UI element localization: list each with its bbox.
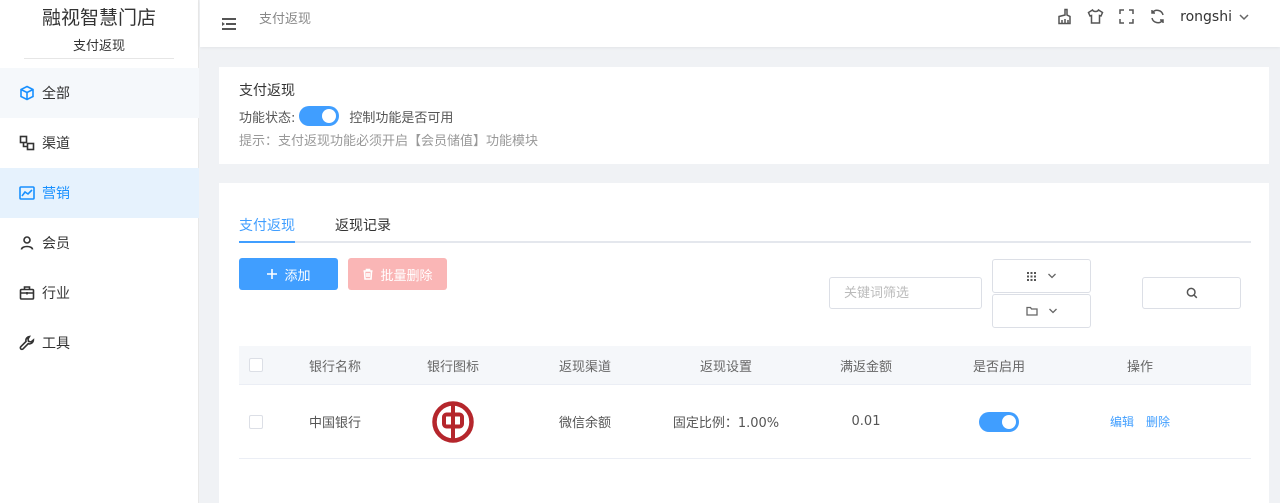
trend-icon	[19, 185, 35, 201]
sidebar-item-tools[interactable]: 工具	[0, 318, 199, 368]
sidebar-item-marketing[interactable]: 营销	[0, 168, 199, 218]
chevron-down-icon	[1239, 13, 1249, 20]
col-actions: 操作	[1126, 359, 1153, 375]
row-actions: 编辑 删除	[1069, 413, 1211, 430]
feature-title: 支付返现	[239, 83, 295, 99]
col-setting: 返现设置	[699, 359, 752, 375]
brand-subtitle: 支付返现	[24, 36, 174, 59]
enabled-cell	[929, 411, 1069, 432]
user-menu[interactable]: rongshi	[1180, 9, 1250, 25]
table-header: 银行名称 银行图标 返现渠道 返现设置 满返金额 是否启用 操作	[239, 346, 1251, 385]
search-button[interactable]	[1142, 277, 1241, 309]
folder-select[interactable]	[992, 294, 1091, 328]
plus-icon	[267, 269, 278, 279]
username: rongshi	[1180, 8, 1232, 25]
bank-logo	[385, 400, 521, 443]
switch-knob	[1002, 414, 1016, 429]
delete-link[interactable]: 删除	[1146, 413, 1170, 430]
feature-status-switch[interactable]	[299, 106, 340, 126]
status-label: 功能状态:	[239, 110, 296, 126]
fullscreen-icon[interactable]	[1118, 8, 1135, 25]
select-all-checkbox[interactable]	[249, 358, 263, 372]
search-icon	[1186, 287, 1197, 299]
sidebar-item-label: 全部	[42, 86, 70, 102]
col-bank-name: 银行名称	[308, 359, 361, 375]
cashback-amount: 0.01	[851, 414, 881, 429]
bank-of-china-logo-icon	[432, 400, 474, 443]
row-check-cell	[239, 414, 273, 429]
shirt-icon[interactable]	[1087, 8, 1104, 25]
edit-link[interactable]: 编辑	[1110, 413, 1134, 430]
sidebar-item-label: 营销	[42, 186, 70, 202]
batch-delete-button[interactable]: 批量删除	[348, 258, 447, 290]
sidebar-item-label: 会员	[42, 236, 70, 252]
keyword-search-input[interactable]	[829, 277, 982, 309]
batch-delete-label: 批量删除	[380, 268, 433, 284]
tab-cashback-records[interactable]: 返现记录	[335, 215, 391, 243]
brand-title: 融视智慧门店	[41, 7, 156, 29]
top-actions: rongshi	[1056, 8, 1250, 25]
sidebar-item-member[interactable]: 会员	[0, 218, 199, 268]
sidebar-menu: 全部 渠道 营销 会员 行业 工具	[0, 68, 199, 368]
sidebar-item-label: 渠道	[42, 136, 70, 152]
refresh-icon[interactable]	[1149, 8, 1166, 25]
grid-view-select[interactable]	[992, 259, 1091, 293]
col-enabled: 是否启用	[972, 359, 1025, 375]
user-icon	[19, 235, 35, 251]
col-amount: 满返金额	[839, 359, 892, 375]
sidebar-item-all[interactable]: 全部	[0, 68, 199, 118]
cashback-table: 银行名称 银行图标 返现渠道 返现设置 满返金额 是否启用 操作 中国银行 微信…	[239, 346, 1251, 459]
sidebar: 融视智慧门店 支付返现 全部 渠道 营销 会员 行业 工具	[0, 0, 199, 503]
tab-bar: 支付返现 返现记录	[239, 213, 1251, 243]
sidebar-item-label: 行业	[42, 286, 70, 302]
feature-status-card: 支付返现 功能状态: 控制功能是否可用 提示：支付返现功能必须开启【会员储值】功…	[219, 67, 1269, 164]
top-bar: 支付返现 rongshi	[200, 0, 1280, 47]
grid-icon	[1027, 271, 1036, 281]
cashback-list-card: 支付返现 返现记录 添加 批量删除 银行名称 银行图标 返现渠道 返现设置 满返…	[219, 183, 1269, 503]
select-all-cell	[239, 358, 273, 372]
cashback-setting: 固定比例：1.00%	[672, 416, 780, 431]
wrench-icon	[19, 335, 35, 351]
cube-icon	[19, 85, 35, 101]
sidebar-item-label: 工具	[42, 336, 70, 352]
status-row: 功能状态: 控制功能是否可用	[239, 105, 1249, 127]
col-channel: 返现渠道	[558, 359, 611, 375]
breadcrumb: 支付返现	[259, 12, 312, 27]
brush-icon[interactable]	[1056, 8, 1073, 25]
sidebar-item-industry[interactable]: 行业	[0, 268, 199, 318]
chevron-down-icon	[1048, 273, 1056, 279]
row-enabled-switch[interactable]	[979, 411, 1019, 432]
feature-hint: 提示：支付返现功能必须开启【会员储值】功能模块	[239, 134, 539, 149]
add-button[interactable]: 添加	[239, 258, 338, 290]
cashback-channel: 微信余额	[558, 416, 611, 431]
sidebar-item-channel[interactable]: 渠道	[0, 118, 199, 168]
status-description: 控制功能是否可用	[349, 110, 454, 126]
switch-knob	[322, 109, 337, 123]
briefcase-icon	[19, 285, 35, 301]
chevron-down-icon	[1048, 308, 1057, 314]
table-row: 中国银行 微信余额 固定比例：1.00% 0.01 编辑 删除	[239, 385, 1251, 459]
tab-cashback[interactable]: 支付返现	[239, 215, 295, 243]
folder-icon	[1025, 306, 1038, 316]
menu-toggle-icon[interactable]	[221, 16, 237, 32]
bank-name: 中国银行	[308, 416, 361, 431]
add-label: 添加	[284, 268, 311, 284]
channel-icon	[19, 135, 35, 151]
col-bank-icon: 银行图标	[426, 359, 479, 375]
trash-icon	[363, 268, 373, 280]
row-checkbox[interactable]	[249, 414, 263, 429]
